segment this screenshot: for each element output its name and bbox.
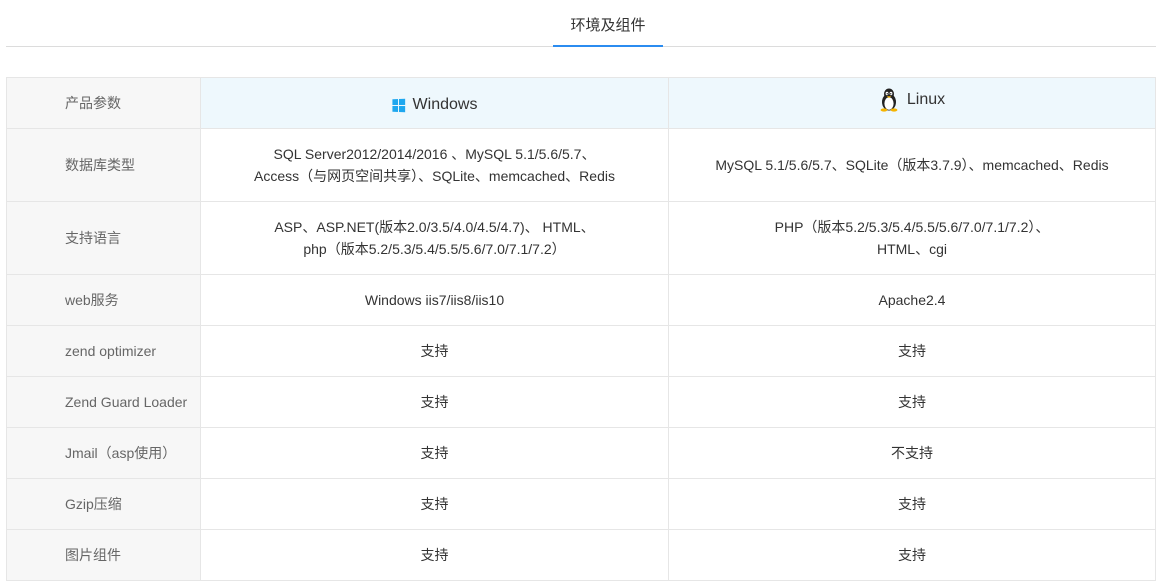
linux-value-line: HTML、cgi bbox=[876, 241, 947, 257]
table-row-image-component: 图片组件 支持 支持 bbox=[6, 529, 1156, 581]
windows-value-line: SQL Server2012/2014/2016 、MySQL 5.1/5.6/… bbox=[273, 146, 596, 162]
table-row-zend-guard-loader: Zend Guard Loader 支持 支持 bbox=[6, 376, 1156, 428]
windows-value-cell: 支持 bbox=[200, 325, 669, 377]
row-label: zend optimizer bbox=[6, 325, 201, 377]
row-label: 支持语言 bbox=[6, 201, 201, 275]
linux-value-cell: 支持 bbox=[668, 478, 1156, 530]
windows-value-cell: Windows iis7/iis8/iis10 bbox=[200, 274, 669, 326]
linux-value-cell: 支持 bbox=[668, 376, 1156, 428]
row-label: web服务 bbox=[6, 274, 201, 326]
table-row-web-service: web服务 Windows iis7/iis8/iis10 Apache2.4 bbox=[6, 274, 1156, 326]
windows-value-cell: 支持 bbox=[200, 376, 669, 428]
row-label: Gzip压缩 bbox=[6, 478, 201, 530]
row-label: Zend Guard Loader bbox=[6, 376, 201, 428]
windows-header-label: Windows bbox=[412, 96, 478, 114]
linux-value-cell: PHP（版本5.2/5.3/5.4/5.5/5.6/7.0/7.1/7.2）、 … bbox=[668, 201, 1156, 275]
linux-header-label: Linux bbox=[906, 90, 946, 108]
linux-value-line: MySQL 5.1/5.6/5.7、SQLite（版本3.7.9）、memcac… bbox=[715, 157, 1109, 173]
windows-header-cell: Windows bbox=[200, 77, 669, 129]
linux-tux-icon bbox=[879, 88, 899, 112]
tab-environment-components[interactable]: 环境及组件 bbox=[553, 0, 663, 47]
row-label: 图片组件 bbox=[6, 529, 201, 581]
table-row-gzip: Gzip压缩 支持 支持 bbox=[6, 478, 1156, 530]
windows-value-line: php（版本5.2/5.3/5.4/5.5/5.6/7.0/7.1/7.2） bbox=[303, 241, 566, 257]
windows-value-line: ASP、ASP.NET(版本2.0/3.5/4.0/4.5/4.7)、 HTML… bbox=[274, 219, 595, 235]
linux-value-cell: MySQL 5.1/5.6/5.7、SQLite（版本3.7.9）、memcac… bbox=[668, 128, 1156, 202]
windows-value-line: Access（与网页空间共享）、SQLite、memcached、Redis bbox=[254, 168, 615, 184]
windows-value-cell: 支持 bbox=[200, 478, 669, 530]
row-label: 数据库类型 bbox=[6, 128, 201, 202]
windows-value-cell: ASP、ASP.NET(版本2.0/3.5/4.0/4.5/4.7)、 HTML… bbox=[200, 201, 669, 275]
param-header-label: 产品参数 bbox=[65, 95, 121, 111]
linux-value-cell: Apache2.4 bbox=[668, 274, 1156, 326]
environment-spec-table: 产品参数 Windows Linux 数据库类型 SQL Server2012/… bbox=[6, 77, 1156, 581]
linux-header-cell: Linux bbox=[668, 77, 1156, 129]
table-row-zend-optimizer: zend optimizer 支持 支持 bbox=[6, 325, 1156, 377]
linux-value-line: PHP（版本5.2/5.3/5.4/5.5/5.6/7.0/7.1/7.2）、 bbox=[774, 219, 1050, 235]
windows-value-cell: 支持 bbox=[200, 529, 669, 581]
table-row-languages: 支持语言 ASP、ASP.NET(版本2.0/3.5/4.0/4.5/4.7)、… bbox=[6, 201, 1156, 275]
table-header-row: 产品参数 Windows Linux bbox=[6, 77, 1156, 129]
linux-value-cell: 支持 bbox=[668, 325, 1156, 377]
windows-logo-icon bbox=[391, 98, 405, 113]
table-row-database: 数据库类型 SQL Server2012/2014/2016 、MySQL 5.… bbox=[6, 128, 1156, 202]
windows-value-cell: 支持 bbox=[200, 427, 669, 479]
linux-value-cell: 支持 bbox=[668, 529, 1156, 581]
linux-value-cell: 不支持 bbox=[668, 427, 1156, 479]
row-label: Jmail（asp使用） bbox=[6, 427, 201, 479]
table-row-jmail: Jmail（asp使用） 支持 不支持 bbox=[6, 427, 1156, 479]
tab-bar: 环境及组件 bbox=[6, 0, 1156, 47]
tab-label: 环境及组件 bbox=[570, 17, 646, 34]
windows-value-cell: SQL Server2012/2014/2016 、MySQL 5.1/5.6/… bbox=[200, 128, 669, 202]
param-header-cell: 产品参数 bbox=[6, 77, 201, 129]
